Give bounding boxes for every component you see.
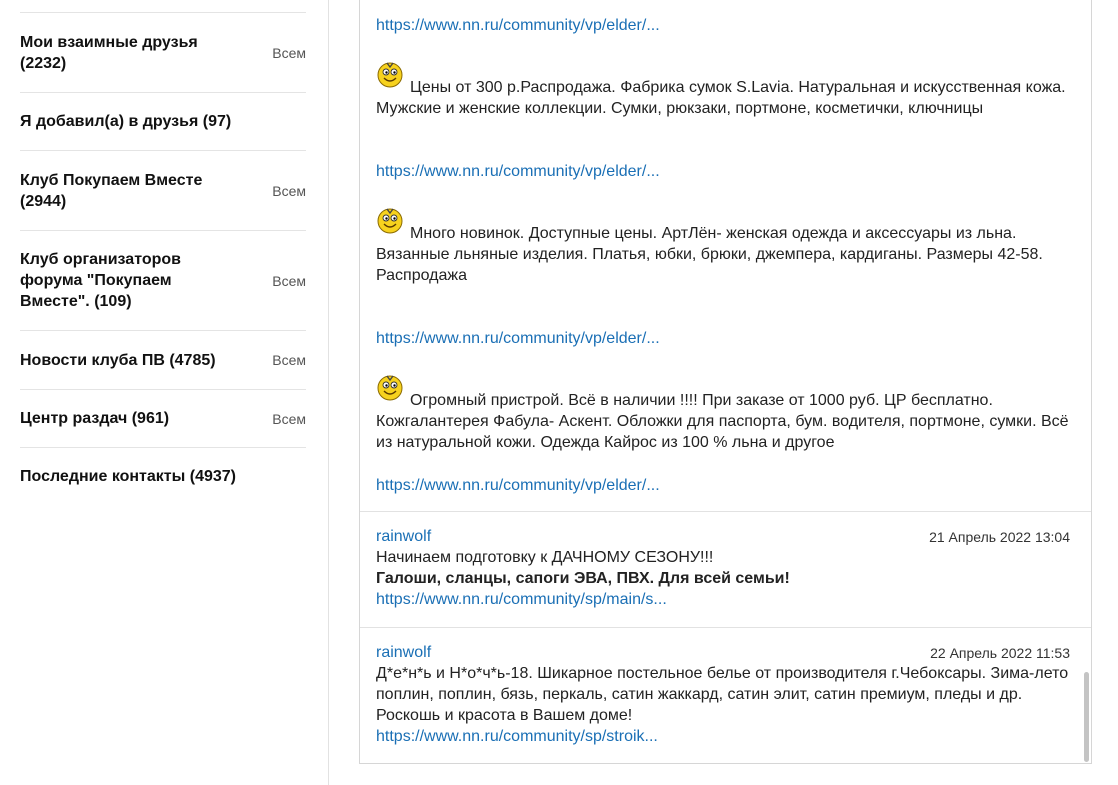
post-text: Начинаем подготовку к ДАЧНОМУ СЕЗОНУ!!!	[376, 549, 714, 566]
visibility-all-label[interactable]: Всем	[272, 45, 306, 61]
ad-text-block: Огромный пристрой. Всё в наличии !!!! Пр…	[376, 390, 1070, 453]
sidebar-item-label: Последние контакты (4937)	[20, 468, 236, 485]
sidebar-item-label: Я добавил(а) в друзья (97)	[20, 113, 232, 130]
post-link[interactable]: https://www.nn.ru/community/sp/stroik...	[376, 728, 658, 745]
post-divider	[360, 627, 1091, 628]
post-text: Д*е*н*ь и Н*о*ч*ь-18. Шикарное постельно…	[376, 665, 1069, 724]
sidebar-item-label: Клуб организаторов форума "Покупаем Вмес…	[20, 251, 181, 310]
vertical-divider	[328, 0, 329, 785]
sidebar-item-label: Клуб Покупаем Вместе (2944)	[20, 171, 203, 210]
ad-link[interactable]: https://www.nn.ru/community/vp/elder/...	[376, 328, 660, 349]
page: Мои взаимные друзья (2232) Всем Я добави…	[0, 0, 1118, 785]
sidebar-item-organizers-club[interactable]: Клуб организаторов форума "Покупаем Вмес…	[20, 230, 306, 330]
post-date: 21 Апрель 2022 13:04	[929, 529, 1070, 545]
ad-text: Цены от 300 р.Распродажа. Фабрика сумок …	[376, 79, 1066, 117]
ad-text-block: Цены от 300 р.Распродажа. Фабрика сумок …	[376, 77, 1070, 119]
sidebar-item-club-news[interactable]: Новости клуба ПВ (4785) Всем	[20, 330, 306, 389]
sidebar-item-recent-contacts[interactable]: Последние контакты (4937)	[20, 447, 306, 505]
sidebar-item-label: Новости клуба ПВ (4785)	[20, 351, 216, 369]
sidebar-item-label: Центр раздач (961)	[20, 410, 170, 427]
ad-text: Огромный пристрой. Всё в наличии !!!! Пр…	[376, 392, 1069, 451]
scrollbar-thumb[interactable]	[1084, 672, 1089, 762]
ad-text: Много новинок. Доступные цены. АртЛён- ж…	[376, 225, 1043, 284]
sidebar-item-mutual-friends[interactable]: Мои взаимные друзья (2232) Всем	[20, 12, 306, 92]
sidebar-item-label: Мои взаимные друзья (2232)	[20, 33, 198, 72]
post-header: rainwolf 21 Апрель 2022 13:04	[376, 526, 1070, 547]
post-author[interactable]: rainwolf	[376, 528, 431, 545]
sidebar: Мои взаимные друзья (2232) Всем Я добави…	[20, 12, 306, 505]
visibility-all-label[interactable]: Всем	[272, 411, 306, 427]
sidebar-item-added-friends[interactable]: Я добавил(а) в друзья (97)	[20, 92, 306, 150]
post-bold-text: Галоши, сланцы, сапоги ЭВА, ПВХ. Для все…	[376, 570, 790, 587]
visibility-all-label[interactable]: Всем	[272, 352, 306, 368]
feed-panel: https://www.nn.ru/community/vp/elder/...…	[359, 0, 1092, 764]
visibility-all-label[interactable]: Всем	[272, 273, 306, 289]
post-link[interactable]: https://www.nn.ru/community/sp/main/s...	[376, 591, 667, 608]
post-author[interactable]: rainwolf	[376, 644, 431, 661]
post-divider	[360, 511, 1091, 512]
ad-link[interactable]: https://www.nn.ru/community/vp/elder/...	[376, 15, 660, 36]
ad-link[interactable]: https://www.nn.ru/community/vp/elder/...	[376, 475, 660, 496]
ad-text-block: Много новинок. Доступные цены. АртЛён- ж…	[376, 223, 1070, 286]
post-date: 22 Апрель 2022 11:53	[930, 645, 1070, 661]
visibility-all-label[interactable]: Всем	[272, 183, 306, 199]
post: rainwolf 22 Апрель 2022 11:53 Д*е*н*ь и …	[376, 642, 1070, 747]
sidebar-item-club-buy-together[interactable]: Клуб Покупаем Вместе (2944) Всем	[20, 150, 306, 230]
post-header: rainwolf 22 Апрель 2022 11:53	[376, 642, 1070, 663]
post: rainwolf 21 Апрель 2022 13:04 Начинаем п…	[376, 526, 1070, 610]
ad-link[interactable]: https://www.nn.ru/community/vp/elder/...	[376, 161, 660, 182]
sidebar-item-distribution-center[interactable]: Центр раздач (961) Всем	[20, 389, 306, 447]
